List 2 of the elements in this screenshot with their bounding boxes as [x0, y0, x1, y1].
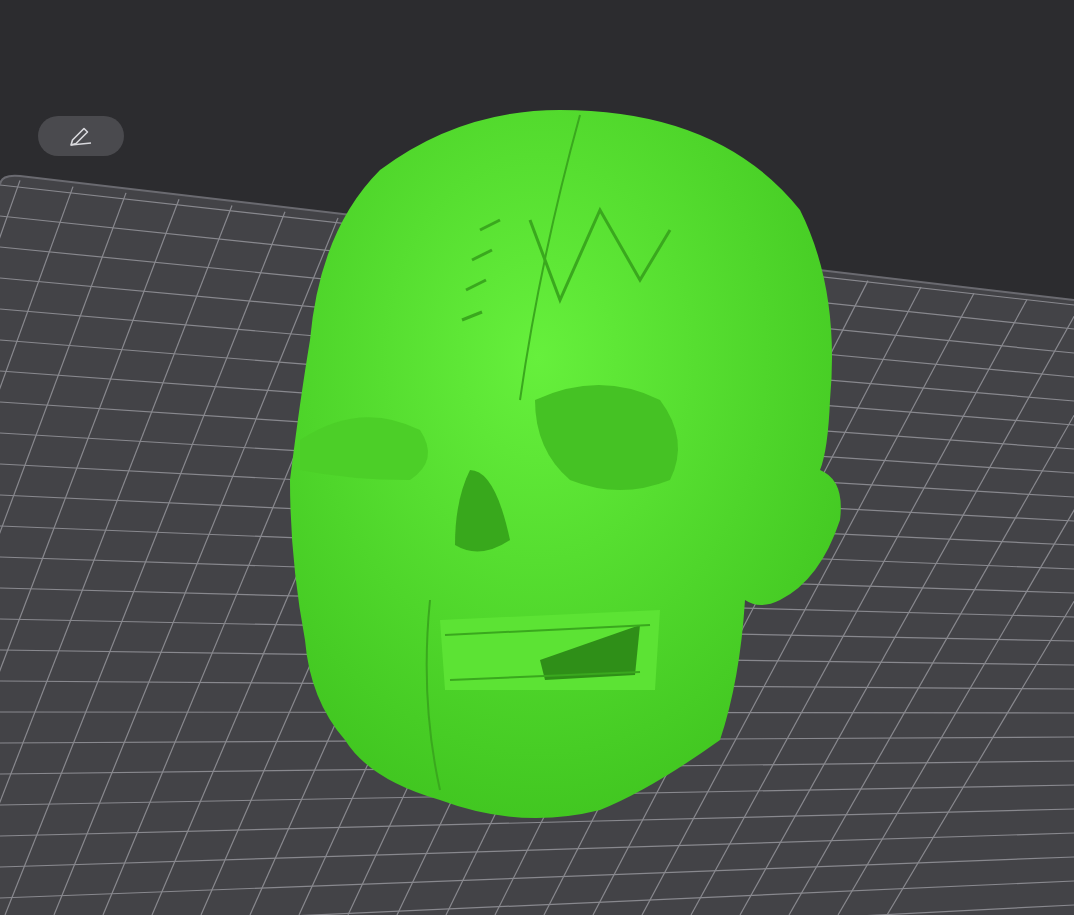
- pencil-icon: [70, 126, 92, 146]
- edit-button[interactable]: [38, 116, 124, 156]
